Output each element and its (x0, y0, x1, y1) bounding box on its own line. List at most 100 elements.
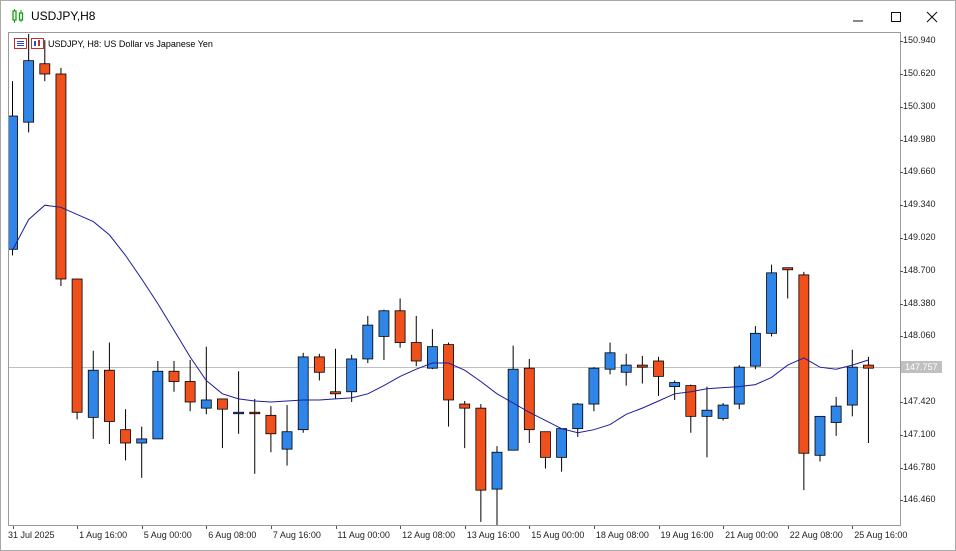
bearish-candle (249, 411, 261, 415)
bearish-candle (394, 310, 406, 343)
object-list-icon[interactable] (14, 38, 27, 49)
price-label: 147.420 (903, 396, 936, 406)
time-tick (787, 526, 789, 529)
bullish-candle (87, 369, 99, 418)
time-label: 1 Aug 16:00 (79, 530, 128, 540)
maximize-button[interactable] (881, 5, 911, 29)
bearish-candle (685, 385, 697, 417)
time-tick (400, 526, 402, 529)
bullish-candle (281, 431, 293, 450)
bearish-candle (653, 360, 664, 377)
bullish-candle (233, 411, 245, 415)
price-label: 149.660 (903, 166, 936, 177)
time-tick (12, 526, 14, 529)
close-icon (926, 11, 938, 23)
bearish-candle (798, 274, 810, 454)
time-tick (77, 526, 79, 529)
time-label: 19 Aug 16:00 (660, 530, 714, 540)
candlestick-chart[interactable] (9, 33, 900, 525)
time-label: 13 Aug 16:00 (466, 530, 520, 540)
bullish-candle (491, 451, 503, 490)
bullish-candle (507, 368, 519, 451)
bullish-candle (830, 405, 842, 423)
time-tick (206, 526, 208, 529)
bullish-candle (9, 115, 18, 250)
chart-properties-icon[interactable] (31, 38, 44, 49)
bearish-candle (330, 391, 341, 395)
bearish-candle (540, 431, 551, 458)
bullish-candle (152, 370, 164, 440)
bearish-candle (410, 342, 422, 362)
bullish-candle (572, 403, 584, 430)
bearish-candle (523, 367, 535, 431)
bullish-candle (733, 366, 745, 405)
price-label: 148.700 (903, 264, 936, 275)
price-chart[interactable]: USDJPY, H8: US Dollar vs Japanese Yen (8, 32, 901, 526)
time-tick (141, 526, 143, 529)
bullish-candle (136, 438, 148, 444)
price-label: 146.460 (903, 494, 936, 505)
time-label: 25 Aug 16:00 (854, 530, 908, 540)
bullish-candle (620, 364, 632, 373)
bullish-candle (346, 358, 358, 393)
title-bar[interactable]: USDJPY,H8 (1, 1, 955, 32)
bearish-candle (104, 369, 115, 422)
time-label: 15 Aug 00:00 (531, 530, 585, 540)
bearish-candle (265, 414, 277, 435)
close-button[interactable] (917, 5, 947, 29)
bearish-candle (313, 356, 325, 373)
bearish-candle (168, 370, 180, 382)
time-tick (270, 526, 272, 529)
bullish-candle (669, 382, 681, 388)
bullish-candle (750, 332, 761, 367)
price-label: 149.980 (903, 133, 936, 144)
chart-window: USDJPY,H8 USDJPY, H8: US Dollar vs Japan… (0, 0, 956, 551)
minimize-icon (853, 20, 863, 22)
bullish-candle (297, 356, 309, 431)
price-label: 150.940 (903, 35, 936, 46)
current-price-tag: 147.757 (901, 361, 942, 374)
time-label: 18 Aug 08:00 (595, 530, 649, 540)
legend-text: USDJPY, H8: US Dollar vs Japanese Yen (48, 38, 213, 49)
price-label: 150.620 (903, 68, 936, 78)
bullish-candle (378, 310, 390, 337)
bullish-candle (814, 415, 826, 456)
price-label: 146.780 (903, 461, 936, 472)
time-axis[interactable]: 31 Jul 2025 1 Aug 16:00 5 Aug 00:00 6 Aug 0… (8, 526, 907, 546)
time-tick (335, 526, 337, 529)
bearish-candle (39, 63, 51, 75)
time-tick (529, 526, 531, 529)
minimize-button[interactable] (843, 5, 873, 29)
bullish-candle (766, 272, 777, 334)
price-label: 149.340 (903, 199, 936, 210)
bullish-candle (588, 367, 600, 405)
maximize-icon (891, 12, 901, 22)
time-tick (658, 526, 660, 529)
price-label: 150.300 (903, 100, 936, 111)
time-tick (852, 526, 854, 529)
bearish-candle (475, 407, 487, 491)
price-label: 148.380 (903, 297, 936, 308)
bullish-candle (426, 346, 438, 369)
bullish-candle (362, 324, 374, 360)
time-tick (593, 526, 595, 529)
time-label: 31 Jul 2025 (8, 530, 55, 540)
bearish-candle (184, 381, 196, 403)
bearish-candle (55, 73, 67, 280)
price-label: 148.060 (903, 330, 936, 341)
bullish-candle (717, 404, 729, 419)
bearish-candle (782, 267, 794, 271)
bearish-candle (636, 364, 648, 368)
bullish-candle (556, 428, 567, 458)
time-label: 12 Aug 08:00 (402, 530, 456, 540)
time-label: 21 Aug 00:00 (725, 530, 779, 540)
bearish-candle (459, 403, 471, 409)
time-label: 5 Aug 00:00 (143, 530, 192, 540)
price-axis[interactable]: 150.940 150.620 150.300 149.980 149.660 149.3… (900, 32, 955, 526)
time-label: 11 Aug 00:00 (337, 530, 390, 540)
price-label: 147.100 (903, 428, 936, 439)
bearish-candle (443, 344, 454, 401)
bearish-candle (863, 364, 874, 369)
time-label: 7 Aug 16:00 (272, 530, 321, 540)
chart-legend: USDJPY, H8: US Dollar vs Japanese Yen (14, 38, 213, 49)
